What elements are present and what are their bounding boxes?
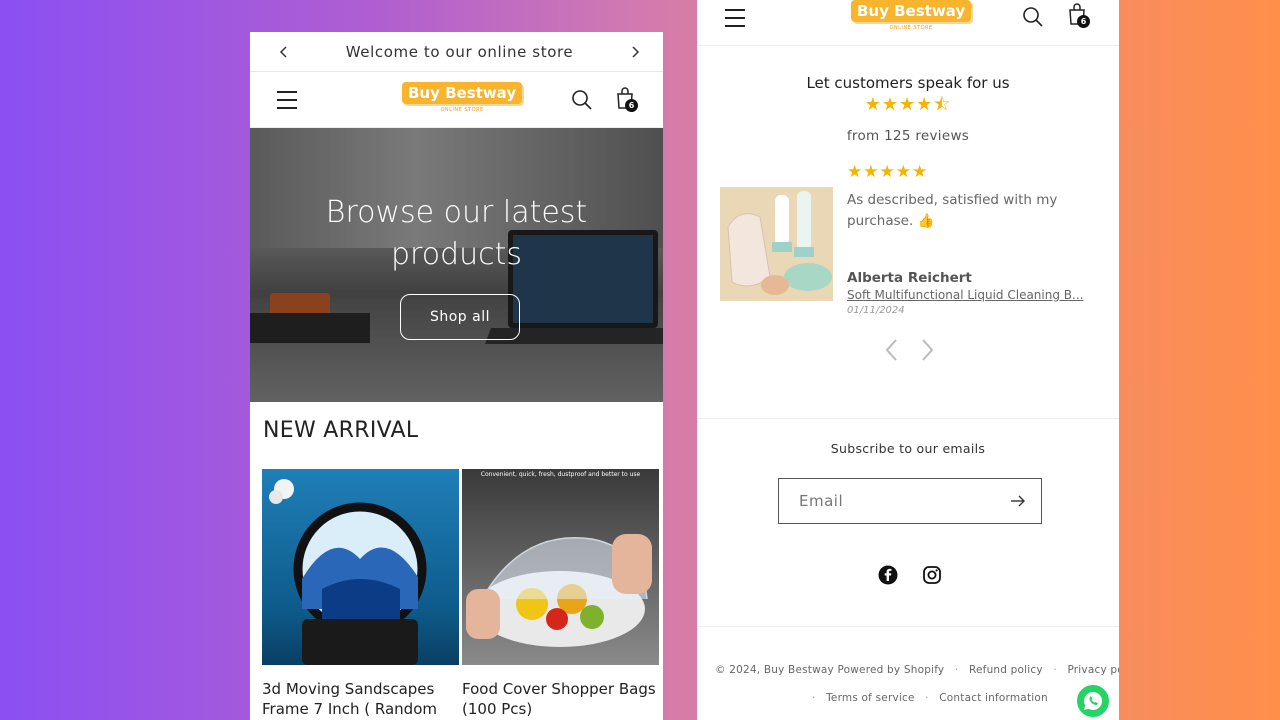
subscribe-title: Subscribe to our emails bbox=[830, 441, 986, 456]
divider bbox=[697, 626, 1119, 627]
whatsapp-icon[interactable] bbox=[1075, 683, 1111, 719]
terms-of-service-link[interactable]: Terms of service bbox=[826, 692, 915, 704]
right-phone-screen: Buy Bestway ONLINE STORE 6 Let customers… bbox=[697, 0, 1119, 720]
menu-icon[interactable] bbox=[725, 9, 745, 27]
chevron-left-icon[interactable] bbox=[884, 338, 900, 362]
product-title[interactable]: 3d Moving Sandscapes Frame 7 Inch ( Rand… bbox=[262, 679, 459, 719]
social-links bbox=[878, 565, 942, 589]
refund-policy-link[interactable]: Refund policy bbox=[969, 664, 1043, 676]
announcement-bar: Welcome to our online store bbox=[250, 32, 663, 72]
product-card[interactable]: 3d Moving Sandscapes Frame 7 Inch ( Rand… bbox=[262, 469, 459, 719]
reviews-summary: Let customers speak for us ★★★★⯪ from 12… bbox=[697, 46, 1119, 144]
announcement-text: Welcome to our online store bbox=[345, 42, 574, 61]
divider bbox=[697, 418, 1119, 419]
footer-row: · Terms of service · Contact information bbox=[812, 692, 1048, 704]
chevron-right-icon[interactable] bbox=[919, 338, 935, 362]
review-stars: ★★★★★ bbox=[847, 162, 929, 182]
product-card[interactable]: Convenient, quick, fresh, dustproof and … bbox=[462, 469, 659, 719]
header: Buy Bestway ONLINE STORE 6 bbox=[250, 72, 663, 128]
review-photo[interactable] bbox=[720, 187, 833, 301]
chevron-left-icon[interactable] bbox=[274, 42, 294, 62]
search-icon[interactable] bbox=[571, 89, 593, 115]
submit-arrow-icon[interactable] bbox=[1009, 493, 1027, 513]
footer-row: © 2024, Buy Bestway Powered by Shopify ·… bbox=[715, 664, 1119, 676]
cart-icon[interactable]: 6 bbox=[1067, 2, 1090, 30]
facebook-icon[interactable] bbox=[878, 565, 898, 589]
chevron-right-icon[interactable] bbox=[625, 42, 645, 62]
powered-by-link[interactable]: Powered by Shopify bbox=[837, 664, 944, 676]
product-image-caption: Convenient, quick, fresh, dustproof and … bbox=[480, 471, 641, 478]
rating-stars: ★★★★⯪ bbox=[864, 94, 952, 115]
product-grid: 3d Moving Sandscapes Frame 7 Inch ( Rand… bbox=[262, 469, 659, 719]
logo-subtext: ONLINE STORE bbox=[440, 107, 484, 113]
logo[interactable]: Buy Bestway ONLINE STORE bbox=[851, 0, 972, 31]
logo-text: Buy Bestway bbox=[402, 82, 523, 104]
reviews-count[interactable]: from 125 reviews bbox=[697, 128, 1119, 144]
menu-icon[interactable] bbox=[277, 91, 297, 109]
review-card: ★★★★★ As described, satisfied with my pu… bbox=[720, 160, 1100, 320]
contact-information-link[interactable]: Contact information bbox=[939, 692, 1048, 704]
review-author: Alberta Reichert bbox=[847, 270, 972, 286]
product-image[interactable]: Convenient, quick, fresh, dustproof and … bbox=[462, 469, 659, 665]
logo-subtext: ONLINE STORE bbox=[889, 25, 933, 31]
header: Buy Bestway ONLINE STORE 6 bbox=[697, 0, 1119, 46]
copyright-text[interactable]: © 2024, Buy Bestway bbox=[715, 664, 834, 676]
email-input[interactable] bbox=[799, 492, 999, 510]
cart-count-badge: 6 bbox=[1077, 15, 1090, 28]
logo-text: Buy Bestway bbox=[851, 0, 972, 22]
left-phone-screen: Welcome to our online store Buy Bestway … bbox=[250, 32, 663, 720]
shop-all-button[interactable]: Shop all bbox=[400, 294, 520, 340]
privacy-policy-link[interactable]: Privacy policy bbox=[1067, 664, 1119, 676]
review-date: 01/11/2024 bbox=[847, 305, 905, 316]
cart-count-badge: 6 bbox=[625, 99, 638, 112]
reviews-heading: Let customers speak for us bbox=[806, 74, 1010, 92]
section-title: NEW ARRIVAL bbox=[263, 418, 419, 443]
review-body: As described, satisfied with my purchase… bbox=[847, 192, 1058, 229]
product-image[interactable] bbox=[262, 469, 459, 665]
hero-banner: Browse our latest products Shop all bbox=[250, 128, 663, 402]
email-field[interactable] bbox=[778, 478, 1042, 524]
search-icon[interactable] bbox=[1022, 6, 1044, 32]
instagram-icon[interactable] bbox=[922, 565, 942, 589]
product-title[interactable]: Food Cover Shopper Bags (100 Pcs) bbox=[462, 679, 659, 719]
logo[interactable]: Buy Bestway ONLINE STORE bbox=[402, 82, 523, 113]
cart-icon[interactable]: 6 bbox=[615, 86, 638, 114]
hero-title: Browse our latest products bbox=[325, 195, 588, 272]
review-product-link[interactable]: Soft Multifunctional Liquid Cleaning B..… bbox=[847, 288, 1095, 302]
